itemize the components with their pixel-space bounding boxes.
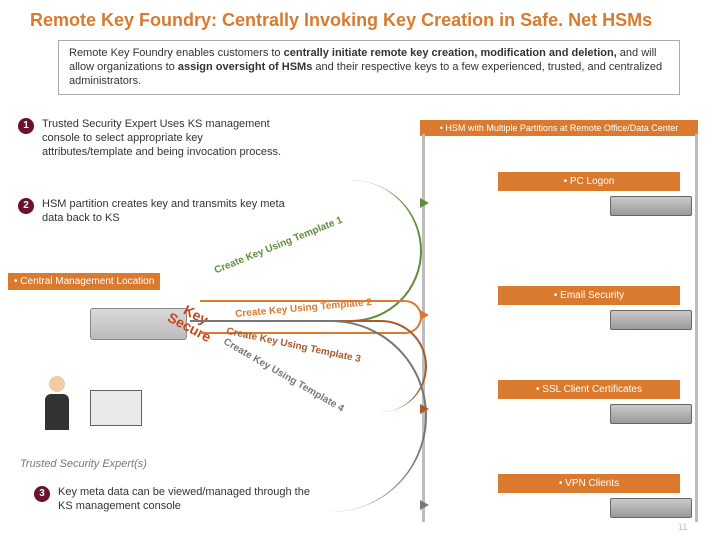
app-pc-logon: • PC Logon — [498, 172, 680, 191]
hsm-4 — [610, 498, 692, 518]
person-icon — [40, 376, 74, 446]
arrowhead-3 — [420, 404, 429, 414]
central-mgmt-label: • Central Management Location — [8, 273, 160, 290]
expert-figure — [40, 376, 150, 452]
app-ssl-certs: • SSL Client Certificates — [498, 380, 680, 399]
slide-title: Remote Key Foundry: Centrally Invoking K… — [30, 10, 690, 31]
step-1-text: Trusted Security Expert Uses KS manageme… — [42, 118, 292, 159]
hsm-1 — [610, 196, 692, 216]
step-2-number: 2 — [18, 198, 34, 214]
intro-box: Remote Key Foundry enables customers to … — [58, 40, 680, 95]
monitor-icon — [90, 390, 142, 426]
arrowhead-2 — [420, 310, 429, 320]
arrowhead-4 — [420, 500, 429, 510]
step-3-number: 3 — [34, 486, 50, 502]
page-number: 11 — [678, 522, 687, 532]
intro-bold-1: centrally initiate remote key creation, … — [284, 47, 617, 59]
intro-text-a: Remote Key Foundry enables customers to — [69, 47, 284, 59]
hsm-2 — [610, 310, 692, 330]
expert-label: Trusted Security Expert(s) — [20, 458, 147, 470]
hsm-3 — [610, 404, 692, 424]
app-email-security: • Email Security — [498, 286, 680, 305]
intro-bold-2: assign oversight of HSMs — [178, 61, 312, 73]
step-1-number: 1 — [18, 118, 34, 134]
arrowhead-1 — [420, 198, 429, 208]
app-vpn-clients: • VPN Clients — [498, 474, 680, 493]
